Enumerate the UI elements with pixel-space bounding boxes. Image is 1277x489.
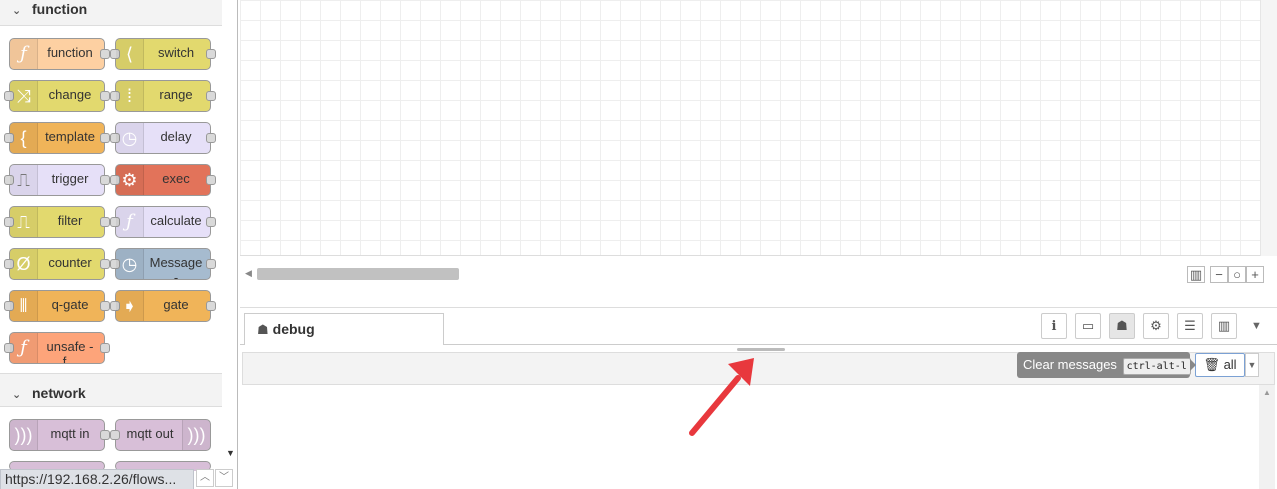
book-icon: ▭ (1081, 318, 1095, 333)
history-icon: ◷ (116, 249, 144, 279)
workspace-vertical-scrollbar[interactable] (1260, 0, 1277, 256)
node-label: exec (162, 171, 190, 186)
scroll-down-arrow-icon[interactable]: ▼ (226, 448, 235, 458)
node-label: q-gate (51, 297, 89, 312)
palette-node-mqtt-in[interactable]: ))) mqtt in (9, 419, 110, 451)
palette-node-function[interactable]: ƒ function (9, 38, 110, 70)
horizontal-scrollbar-thumb[interactable] (257, 268, 459, 280)
zoom-reset-button[interactable]: ○ (1228, 266, 1246, 283)
node-label: range (159, 87, 193, 102)
database-icon: ☰ (1184, 318, 1196, 333)
function-icon: ƒ (10, 333, 38, 363)
node-label: change (48, 87, 92, 102)
config-tab-button[interactable]: ⚙ (1143, 313, 1169, 339)
bug-icon: ☗ (257, 322, 269, 337)
help-tab-button[interactable]: ▭ (1075, 313, 1101, 339)
node-label: delay (160, 129, 192, 144)
palette-node-calculate[interactable]: ƒ calculate (110, 206, 216, 238)
gear-icon: ⚙ (116, 165, 144, 195)
range-icon: ⁞ (116, 81, 144, 111)
bridge-icon: ))) (182, 420, 210, 450)
node-label: mqtt out (126, 426, 174, 441)
info-tab-button[interactable]: i (1041, 313, 1067, 339)
circle-icon: ○ (1233, 267, 1241, 282)
palette-node-q-gate[interactable]: ⦀ q-gate (4, 290, 110, 322)
palette-node-gate[interactable]: ➧ gate (110, 290, 216, 322)
switch-icon: ⟨ (116, 39, 144, 69)
gear-icon: ⚙ (1150, 318, 1162, 333)
gate-icon: ➧ (116, 291, 144, 321)
node-label: Message - (149, 255, 203, 279)
bug-icon: ☗ (1116, 318, 1128, 333)
map-icon: ▥ (1189, 267, 1203, 282)
node-label: function (47, 45, 93, 60)
node-label: template (45, 129, 95, 144)
debug-scrollbar[interactable]: ▲ (1259, 385, 1275, 489)
clear-options-caret[interactable]: ▼ (1245, 353, 1259, 377)
trash-icon: 🗑 (1203, 357, 1220, 372)
palette-node-change[interactable]: ⤨ change (4, 80, 110, 112)
flow-workspace[interactable] (240, 0, 1260, 256)
counter-icon: Ø (10, 249, 38, 279)
palette-node-range[interactable]: ⁞ range (110, 80, 216, 112)
info-icon: i (1051, 319, 1057, 334)
clear-all-button[interactable]: 🗑 all (1195, 353, 1245, 377)
shuffle-icon: ⤨ (10, 81, 38, 111)
chart-icon: ▥ (1217, 318, 1231, 333)
palette-node-switch[interactable]: ⟨ switch (110, 38, 216, 70)
timer-icon: ◷ (116, 123, 144, 153)
plus-icon: + (1251, 267, 1259, 282)
node-label: trigger (51, 171, 89, 186)
palette-node-filter[interactable]: ⎍ filter (4, 206, 110, 238)
expand-all-button[interactable]: ﹀ (215, 469, 233, 487)
function-icon: ƒ (116, 207, 144, 237)
annotation-arrow-icon (689, 358, 754, 436)
scroll-up-arrow-icon[interactable]: ▲ (1263, 388, 1271, 397)
category-header-function[interactable]: ⌄ function (0, 0, 222, 26)
navigator-button[interactable]: ▥ (1187, 266, 1205, 283)
node-label: counter (48, 255, 92, 270)
node-label: mqtt in (50, 426, 90, 441)
node-label: unsafe - f... (46, 339, 94, 363)
node-label: calculate (150, 213, 202, 228)
minus-icon: − (1215, 267, 1223, 282)
chevron-down-icon: ⌄ (12, 5, 22, 17)
palette-node-mqtt-out[interactable]: ))) mqtt out (110, 419, 211, 451)
zoom-out-button[interactable]: − (1210, 266, 1228, 283)
zoom-in-button[interactable]: + (1246, 266, 1264, 283)
chevron-down-icon: ⌄ (12, 389, 22, 401)
palette-node-template[interactable]: { template (4, 122, 110, 154)
debug-tab-button[interactable]: ☗ (1109, 313, 1135, 339)
collapse-all-button[interactable]: ︿ (196, 469, 214, 487)
palette-node-delay[interactable]: ◷ delay (110, 122, 216, 154)
node-palette: ⌄ function ƒ function ⟨ switch ⤨ change ⁞… (0, 0, 238, 489)
palette-node-trigger[interactable]: ⎍ trigger (4, 164, 110, 196)
context-tab-button[interactable]: ☰ (1177, 313, 1203, 339)
palette-node-unsafe-function[interactable]: ƒ unsafe - f... (4, 332, 110, 364)
sidebar-tab-menu-caret[interactable]: ▼ (1251, 320, 1262, 332)
palette-node-exec[interactable]: ⚙ exec (110, 164, 216, 196)
node-label: switch (157, 45, 195, 60)
filter-icon: ⎍ (10, 207, 38, 237)
tooltip-arrow (1190, 359, 1196, 371)
clear-messages-tooltip: Clear messages ctrl-alt-l (1017, 352, 1191, 378)
palette-node-counter[interactable]: Ø counter (4, 248, 110, 280)
shortcut-kbd: ctrl-alt-l (1122, 358, 1191, 375)
trigger-icon: ⎍ (10, 165, 38, 195)
scroll-left-arrow-icon[interactable]: ◀ (245, 268, 252, 279)
category-header-network[interactable]: ⌄ network (0, 373, 222, 407)
node-label: filter (57, 213, 83, 228)
status-bar-url: https://192.168.2.26/flows... (0, 469, 194, 489)
dashboard-tab-button[interactable]: ▥ (1211, 313, 1237, 339)
bridge-icon: ))) (10, 420, 38, 450)
template-icon: { (10, 123, 38, 153)
palette-node-message[interactable]: ◷ Message - (110, 248, 216, 280)
queue-gate-icon: ⦀ (10, 291, 38, 321)
node-red-editor: ⌄ function ƒ function ⟨ switch ⤨ change ⁞… (0, 0, 1277, 489)
workspace-footer: ◀ ▥ − ○ + (240, 256, 1277, 308)
function-icon: ƒ (10, 39, 38, 69)
node-label: gate (163, 297, 189, 312)
tab-debug[interactable]: ☗ debug (244, 313, 444, 345)
